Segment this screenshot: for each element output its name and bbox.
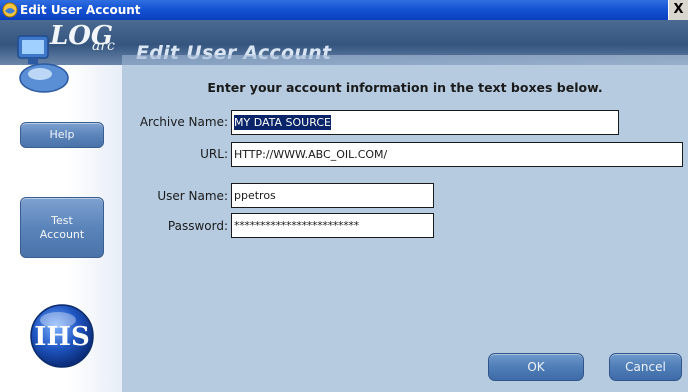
title-bar[interactable]: Edit User Account X bbox=[0, 0, 688, 20]
help-button-label: Help bbox=[49, 128, 75, 141]
logarc-logo-icon: LOG arc bbox=[17, 22, 115, 93]
app-icon bbox=[2, 2, 18, 18]
password-label: Password: bbox=[167, 219, 228, 233]
user-name-label: User Name: bbox=[157, 189, 228, 203]
test-account-button[interactable]: Test Account bbox=[20, 197, 104, 258]
user-name-input[interactable]: ppetros bbox=[231, 183, 434, 208]
window-title: Edit User Account bbox=[20, 3, 141, 17]
help-button[interactable]: Help bbox=[20, 122, 104, 148]
archive-name-value: MY DATA SOURCE bbox=[234, 115, 331, 130]
archive-name-label: Archive Name: bbox=[139, 115, 228, 129]
test-account-button-label: Test Account bbox=[39, 213, 85, 241]
ihs-logo-icon: IHS bbox=[30, 304, 94, 368]
page-title: Edit User Account bbox=[136, 42, 332, 64]
edit-user-account-window: Edit User Account X Edit User Account LO… bbox=[0, 0, 688, 392]
cancel-button[interactable]: Cancel bbox=[609, 353, 682, 381]
svg-text:IHS: IHS bbox=[34, 322, 90, 352]
url-input[interactable]: HTTP://WWW.ABC_OIL.COM/ bbox=[231, 142, 683, 167]
close-button[interactable]: X bbox=[668, 0, 688, 20]
url-label: URL: bbox=[200, 147, 228, 161]
svg-text:arc: arc bbox=[92, 38, 115, 54]
ok-button[interactable]: OK bbox=[488, 353, 584, 381]
archive-name-input[interactable]: MY DATA SOURCE bbox=[231, 110, 619, 135]
close-icon: X bbox=[673, 2, 684, 17]
instruction-text: Enter your account information in the te… bbox=[207, 80, 603, 95]
password-input[interactable]: ************************ bbox=[231, 213, 434, 238]
